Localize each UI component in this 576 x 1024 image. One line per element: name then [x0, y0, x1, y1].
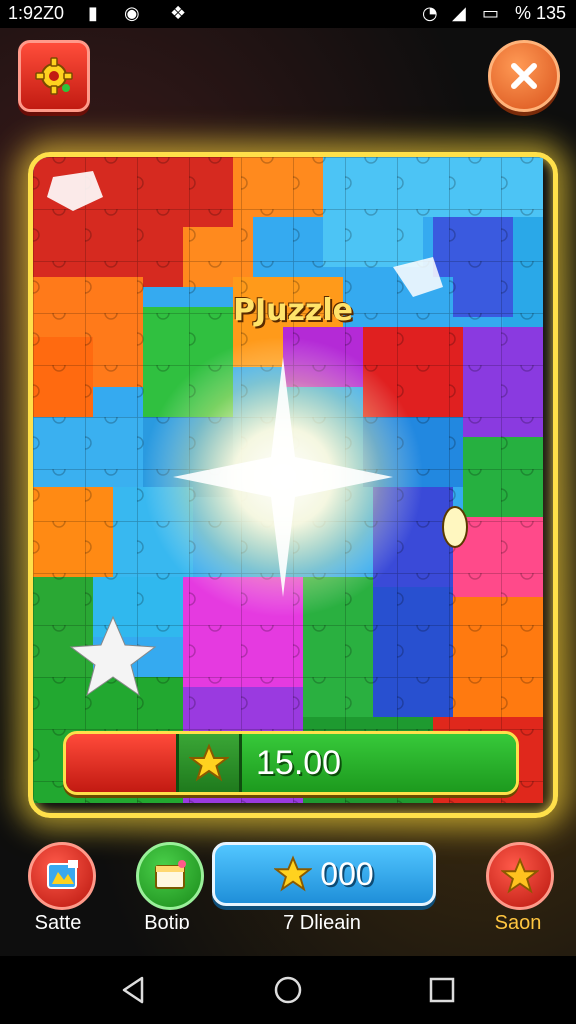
- navigation-bar: [0, 956, 576, 1024]
- recents-icon[interactable]: [426, 974, 458, 1006]
- puzzle-title: PJuzzle: [232, 293, 354, 328]
- saon-label: Saon: [494, 912, 542, 934]
- gear-icon: [35, 57, 73, 95]
- dlieain-label: 7 Dlieain: [283, 912, 361, 934]
- progress-star: [176, 734, 242, 792]
- cast-icon: ❖: [170, 3, 187, 24]
- star-icon: [189, 743, 229, 782]
- satte-label: Satte: [34, 912, 82, 934]
- board-button[interactable]: [136, 842, 204, 910]
- wifi-icon: ◔: [422, 3, 438, 24]
- status-bar: 1:92Z0 ▮ ◉ ❖ ◔ ◢ ▭ % 135: [0, 0, 576, 28]
- close-button[interactable]: [488, 40, 560, 112]
- battery-level: % 135: [514, 3, 566, 23]
- signal-icon: ◢: [452, 3, 466, 24]
- battery-icon: ▭: [482, 3, 500, 24]
- star-icon: [501, 857, 539, 894]
- map-icon: [47, 860, 78, 889]
- board-icon: [155, 860, 186, 889]
- progress-bar: 15.00: [63, 731, 519, 795]
- progress-red-segment: [66, 734, 176, 792]
- settings-button[interactable]: [18, 40, 90, 112]
- progress-value: 15.00: [256, 744, 342, 782]
- status-time: 1:92Z0: [8, 3, 65, 23]
- sim-card-icon: ▮: [88, 3, 98, 24]
- map-button[interactable]: [28, 842, 96, 910]
- star-button[interactable]: [486, 842, 554, 910]
- score-value: 000: [320, 855, 374, 892]
- botio-label: Botiɒ: [144, 912, 190, 934]
- star-icon: [274, 855, 313, 892]
- score-display[interactable]: 000: [212, 842, 436, 906]
- home-icon[interactable]: [272, 974, 304, 1006]
- close-icon: [511, 63, 537, 89]
- puzzle-board[interactable]: PJuzzle 15.00: [28, 152, 558, 818]
- puzzle-pieces: [33, 157, 543, 803]
- back-icon[interactable]: [118, 974, 150, 1006]
- notification-icon: ◉: [124, 3, 140, 24]
